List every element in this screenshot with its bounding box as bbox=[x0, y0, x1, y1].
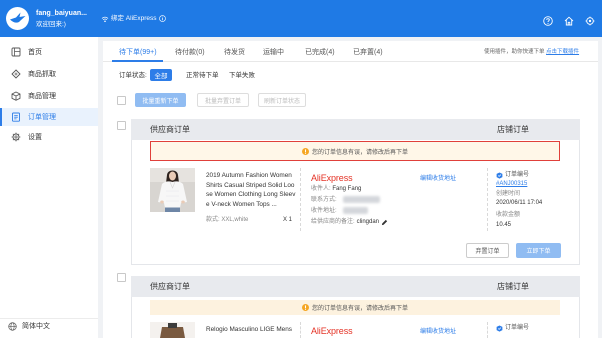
filter-label: 订单状态: bbox=[119, 72, 147, 79]
recipient-name: Fang Fang bbox=[332, 186, 362, 192]
tab-discarded[interactable]: 已弃置(4) bbox=[353, 48, 383, 57]
plugin-hint-text: 使用插件，助你快速下单 bbox=[484, 49, 545, 55]
created-time-label: 创建时间 bbox=[496, 191, 521, 197]
box-icon bbox=[11, 91, 21, 101]
tab-pending-order[interactable]: 待下单(99+) bbox=[119, 48, 157, 57]
active-tab-indicator bbox=[112, 60, 163, 62]
sidebar-item-home[interactable]: 首页 bbox=[0, 43, 98, 61]
bulk-discard-button[interactable]: 批量弃置订单 bbox=[197, 93, 249, 107]
product-title[interactable]: Relogio Masculino LIGE Mens bbox=[206, 326, 292, 334]
shield-icon bbox=[496, 171, 503, 179]
warning-text: 您的订单信息有误，请修改后再下单 bbox=[311, 306, 408, 312]
home-icon[interactable] bbox=[564, 13, 574, 26]
warning-icon bbox=[301, 147, 309, 155]
sidebar-item-label: 设置 bbox=[28, 134, 42, 141]
address-value-redacted bbox=[343, 207, 368, 214]
bind-label: 绑定 AliExpress bbox=[111, 15, 157, 22]
shield-icon bbox=[496, 324, 503, 332]
info-icon[interactable] bbox=[158, 15, 166, 22]
sidebar-item-label: 商品管理 bbox=[28, 93, 56, 100]
amount-value: 10.45 bbox=[496, 222, 512, 228]
amount-label: 收款金额 bbox=[496, 212, 521, 218]
tab-pending-payment[interactable]: 待付款(0) bbox=[175, 48, 205, 57]
sidebar-item-order-manage[interactable]: 订单管理 bbox=[0, 108, 98, 126]
store-order-heading: 店铺订单 bbox=[497, 125, 529, 134]
tab-pending-shipment[interactable]: 待发货 bbox=[224, 48, 245, 57]
aliexpress-logo: AliExpress bbox=[311, 173, 353, 183]
tab-bar-border bbox=[103, 61, 598, 62]
order-number-label: 订单编号 bbox=[505, 172, 530, 178]
tag-icon bbox=[11, 69, 21, 79]
sidebar-item-label: 商品抓取 bbox=[28, 71, 56, 78]
tab-in-transit[interactable]: 运输中 bbox=[263, 48, 284, 57]
order-checkbox[interactable] bbox=[117, 121, 126, 130]
help-icon[interactable] bbox=[543, 13, 553, 26]
plugin-hint: 使用插件，助你快速下单 点击下载插件 bbox=[484, 48, 579, 57]
warning-text: 您的订单信息有误，请修改后再下单 bbox=[311, 149, 408, 156]
contact-value-redacted bbox=[343, 196, 380, 203]
dashboard-icon bbox=[11, 47, 21, 57]
edit-address-link[interactable]: 编辑收货地址 bbox=[420, 175, 456, 183]
order-checkbox[interactable] bbox=[117, 273, 126, 282]
download-plugin-link[interactable]: 点击下载插件 bbox=[546, 49, 579, 55]
supplier-note-value: clingdan bbox=[356, 219, 380, 225]
filter-normal-pending-button[interactable]: 正常待下单 bbox=[186, 71, 219, 80]
address-label: 收件地址: bbox=[311, 208, 337, 214]
sidebar-item-label: 订单管理 bbox=[28, 114, 56, 121]
sidebar-item-product-scrape[interactable]: 商品抓取 bbox=[0, 65, 98, 83]
bind-aliexpress-link[interactable]: 绑定 AliExpress bbox=[101, 14, 166, 23]
settings-icon[interactable] bbox=[585, 13, 595, 26]
product-variant: 款式: XXL,white bbox=[206, 217, 249, 223]
product-image[interactable] bbox=[150, 168, 195, 212]
order-number-heading: 订单编号 bbox=[496, 171, 529, 179]
filter-all-button[interactable]: 全部 bbox=[150, 69, 172, 81]
column-divider bbox=[300, 322, 301, 338]
sidebar-divider bbox=[0, 318, 98, 319]
sidebar-item-settings[interactable]: 设置 bbox=[0, 128, 98, 146]
order-number-heading: 订单编号 bbox=[496, 324, 529, 332]
column-divider bbox=[487, 322, 488, 338]
supplier-note-label: 给供应商的备注: bbox=[311, 219, 355, 225]
globe-icon bbox=[8, 322, 17, 331]
bulk-reorder-button[interactable]: 批量重新下单 bbox=[135, 93, 186, 107]
order-number-label: 订单编号 bbox=[505, 325, 530, 331]
app-logo bbox=[6, 7, 29, 30]
order-error-banner: 您的订单信息有误，请修改后再下单 bbox=[150, 300, 560, 315]
order-icon bbox=[12, 112, 20, 122]
recipient-row: 收件人: Fang Fang bbox=[311, 185, 361, 193]
column-divider bbox=[300, 168, 301, 231]
place-order-button[interactable]: 立即下单 bbox=[516, 243, 561, 258]
language-switcher[interactable]: 简体中文 bbox=[8, 322, 50, 331]
pencil-icon[interactable] bbox=[381, 219, 388, 226]
aliexpress-logo: AliExpress bbox=[311, 326, 353, 336]
tab-completed[interactable]: 已完成(4) bbox=[305, 48, 335, 57]
language-label: 简体中文 bbox=[22, 323, 50, 330]
product-quantity: X 1 bbox=[283, 217, 293, 223]
link-icon bbox=[101, 16, 109, 22]
gear-icon bbox=[11, 132, 21, 142]
select-all-checkbox[interactable] bbox=[117, 96, 126, 105]
product-image[interactable] bbox=[150, 322, 195, 338]
supplier-order-heading: 供应商订单 bbox=[150, 282, 190, 291]
edit-address-link[interactable]: 编辑收货地址 bbox=[420, 328, 456, 336]
product-title[interactable]: 2019 Autumn Fashion Women Shirts Casual … bbox=[206, 171, 296, 209]
order-number-link[interactable]: #ANJ00315 bbox=[496, 180, 527, 188]
created-time-value: 2020/06/11 17:04 bbox=[496, 200, 543, 206]
store-order-heading: 店铺订单 bbox=[497, 282, 529, 291]
discard-order-button[interactable]: 弃置订单 bbox=[466, 243, 509, 258]
refresh-status-button[interactable]: 刷新订单状态 bbox=[258, 93, 306, 107]
order-error-banner: 您的订单信息有误，请修改后再下单 bbox=[150, 141, 560, 161]
contact-label: 联系方式: bbox=[311, 197, 337, 203]
sidebar-item-label: 首页 bbox=[28, 49, 42, 56]
recipient-label: 收件人: bbox=[311, 186, 331, 192]
filter-failed-button[interactable]: 下单失败 bbox=[229, 71, 255, 80]
supplier-order-heading: 供应商订单 bbox=[150, 125, 190, 134]
welcome-text: 欢迎回来:) bbox=[36, 21, 66, 28]
sidebar-item-product-manage[interactable]: 商品管理 bbox=[0, 87, 98, 105]
supplier-note-row: 给供应商的备注: clingdan bbox=[311, 218, 388, 226]
column-divider bbox=[487, 168, 488, 231]
username[interactable]: fang_baiyuan... bbox=[36, 9, 87, 18]
top-header bbox=[0, 0, 602, 37]
warning-icon bbox=[301, 304, 309, 311]
